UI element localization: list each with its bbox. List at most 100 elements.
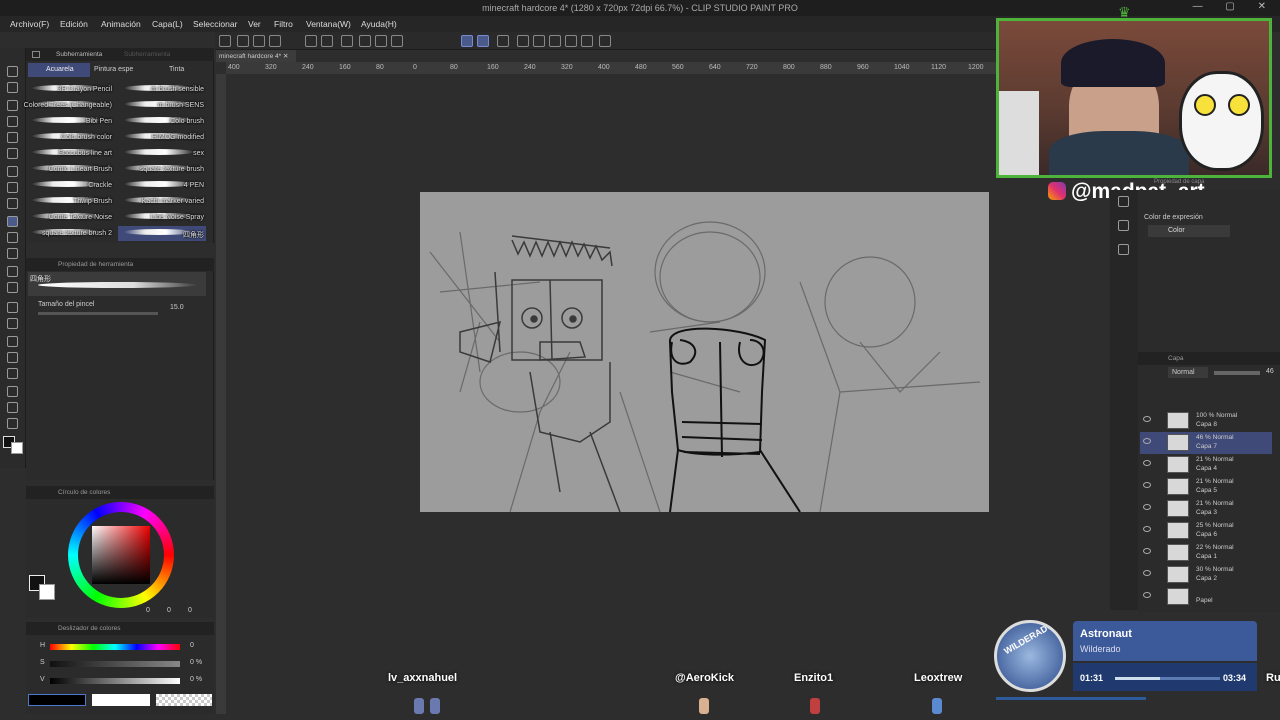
eye-icon[interactable]: [1143, 570, 1151, 576]
brush-size-value[interactable]: 15.0: [170, 304, 184, 311]
hue-slider[interactable]: [50, 644, 180, 650]
erase-selection-icon[interactable]: [341, 35, 353, 47]
layer-row[interactable]: 21 % Normal Capa 3: [1140, 498, 1272, 520]
correct-line-icon[interactable]: [7, 418, 18, 429]
layer-row[interactable]: 30 % Normal Capa 2: [1140, 564, 1272, 586]
brush-tool-icon[interactable]: [7, 216, 18, 227]
fill-icon[interactable]: [391, 35, 403, 47]
menu-ayuda[interactable]: Ayuda(H): [361, 19, 397, 29]
text-tool-icon[interactable]: [7, 386, 18, 397]
airbrush-icon[interactable]: [7, 232, 18, 243]
eye-icon[interactable]: [1143, 438, 1151, 444]
layer-row[interactable]: 100 % Normal Capa 8: [1140, 410, 1272, 432]
subtool-header-inactive[interactable]: Subherramienta: [124, 51, 170, 58]
eye-icon[interactable]: [1143, 504, 1151, 510]
ruler-icon[interactable]: [7, 368, 18, 379]
save-icon[interactable]: [253, 35, 265, 47]
brush-item[interactable]: square texture brush 2: [26, 226, 114, 241]
brush-item[interactable]: Comic Lineart Brush: [26, 162, 114, 177]
tab-pintura[interactable]: Pintura espe: [94, 66, 133, 73]
expression-color-select[interactable]: Color: [1148, 225, 1230, 237]
menu-edicion[interactable]: Edición: [60, 19, 88, 29]
menu-animacion[interactable]: Animación: [101, 19, 141, 29]
gradient-icon[interactable]: [7, 318, 18, 329]
menu-ver[interactable]: Ver: [248, 19, 261, 29]
crop-icon[interactable]: [375, 35, 387, 47]
layer-row[interactable]: 21 % Normal Capa 4: [1140, 454, 1272, 476]
brush-item[interactable]: square texture brush: [118, 162, 206, 177]
panel-menu-icon[interactable]: [32, 51, 40, 58]
menu-filtro[interactable]: Filtro: [274, 19, 293, 29]
export-icon[interactable]: [269, 35, 281, 47]
flip-icon[interactable]: [533, 35, 545, 47]
brush-item[interactable]: 3H Crayon Pencil: [26, 82, 114, 97]
eye-icon[interactable]: [1143, 592, 1151, 598]
tab-tinta[interactable]: Tinta: [169, 66, 184, 73]
snap-ruler-icon[interactable]: [461, 35, 473, 47]
layer-row[interactable]: Papel: [1140, 586, 1272, 608]
brush-item[interactable]: Line Noise Spray: [118, 210, 206, 225]
sv-square[interactable]: [92, 526, 150, 584]
saturation-slider[interactable]: [50, 661, 180, 667]
brush-item[interactable]: HIMOG modified: [118, 130, 206, 145]
object-tool-icon[interactable]: [7, 100, 18, 111]
open-icon[interactable]: [237, 35, 249, 47]
transform-icon[interactable]: [359, 35, 371, 47]
zoom-tool-icon[interactable]: [7, 66, 18, 77]
auto-select-icon[interactable]: [7, 148, 18, 159]
brush-size-slider[interactable]: [38, 312, 158, 315]
blend-icon[interactable]: [7, 282, 18, 293]
brush-item[interactable]: Colo brush color: [26, 130, 114, 145]
sub-view-icon[interactable]: [1118, 244, 1129, 255]
layer-property-icon[interactable]: [1118, 196, 1129, 207]
sub-color-chip[interactable]: [39, 584, 55, 600]
screen-icon[interactable]: [599, 35, 611, 47]
eye-icon[interactable]: [1143, 460, 1151, 466]
layer-row[interactable]: 25 % Normal Capa 6: [1140, 520, 1272, 542]
brush-item[interactable]: sex: [118, 146, 206, 161]
menu-ventana[interactable]: Ventana(W): [306, 19, 351, 29]
opacity-slider[interactable]: [1214, 371, 1260, 375]
menu-seleccionar[interactable]: Seleccionar: [193, 19, 237, 29]
sub-color-swatch[interactable]: [11, 442, 23, 454]
track-progress[interactable]: [1115, 677, 1220, 680]
drawing-canvas[interactable]: [420, 192, 989, 512]
tab-acuarela[interactable]: Acuarela: [28, 63, 90, 77]
background-color-swatch[interactable]: [92, 694, 150, 706]
brush-item[interactable]: Colo brush: [118, 114, 206, 129]
fit-icon[interactable]: [549, 35, 561, 47]
document-tab[interactable]: minecraft hardcore 4* ✕: [216, 50, 296, 62]
eye-icon[interactable]: [1143, 416, 1151, 422]
rotate-icon[interactable]: [517, 35, 529, 47]
undo-icon[interactable]: [305, 35, 317, 47]
eye-icon[interactable]: [1143, 548, 1151, 554]
value-slider[interactable]: [50, 678, 180, 684]
brush-item[interactable]: Kachi marker varied: [118, 194, 206, 209]
brush-item[interactable]: 四角形: [118, 226, 206, 241]
brush-item[interactable]: m brush sensible: [118, 82, 206, 97]
fill-tool-icon[interactable]: [7, 302, 18, 313]
new-icon[interactable]: [219, 35, 231, 47]
figure-icon[interactable]: [7, 336, 18, 347]
pen-settings-icon[interactable]: [497, 35, 509, 47]
redo-icon[interactable]: [321, 35, 333, 47]
zoom-icon[interactable]: [565, 35, 577, 47]
snap-grid-icon[interactable]: [477, 35, 489, 47]
brush-item[interactable]: Bibi Pen: [26, 114, 114, 129]
drawing-color-swatch[interactable]: [28, 694, 86, 706]
brush-item[interactable]: m brush SENS: [118, 98, 206, 113]
pencil-tool-icon[interactable]: [7, 198, 18, 209]
brush-item[interactable]: 4 PEN: [118, 178, 206, 193]
transparent-color-swatch[interactable]: [156, 694, 212, 706]
eyedropper-icon[interactable]: [7, 166, 18, 177]
menu-capa[interactable]: Capa(L): [152, 19, 183, 29]
blend-mode-select[interactable]: Normal: [1168, 367, 1208, 378]
eye-icon[interactable]: [1143, 526, 1151, 532]
brush-item[interactable]: Crackle: [26, 178, 114, 193]
menu-archivo[interactable]: Archivo(F): [10, 19, 49, 29]
move-tool-icon[interactable]: [7, 82, 18, 93]
frame-icon[interactable]: [7, 352, 18, 363]
decoration-icon[interactable]: [7, 248, 18, 259]
brush-item[interactable]: Conte Texture Noise: [26, 210, 114, 225]
brush-item[interactable]: Colored Trees (Changeable): [24, 98, 114, 113]
